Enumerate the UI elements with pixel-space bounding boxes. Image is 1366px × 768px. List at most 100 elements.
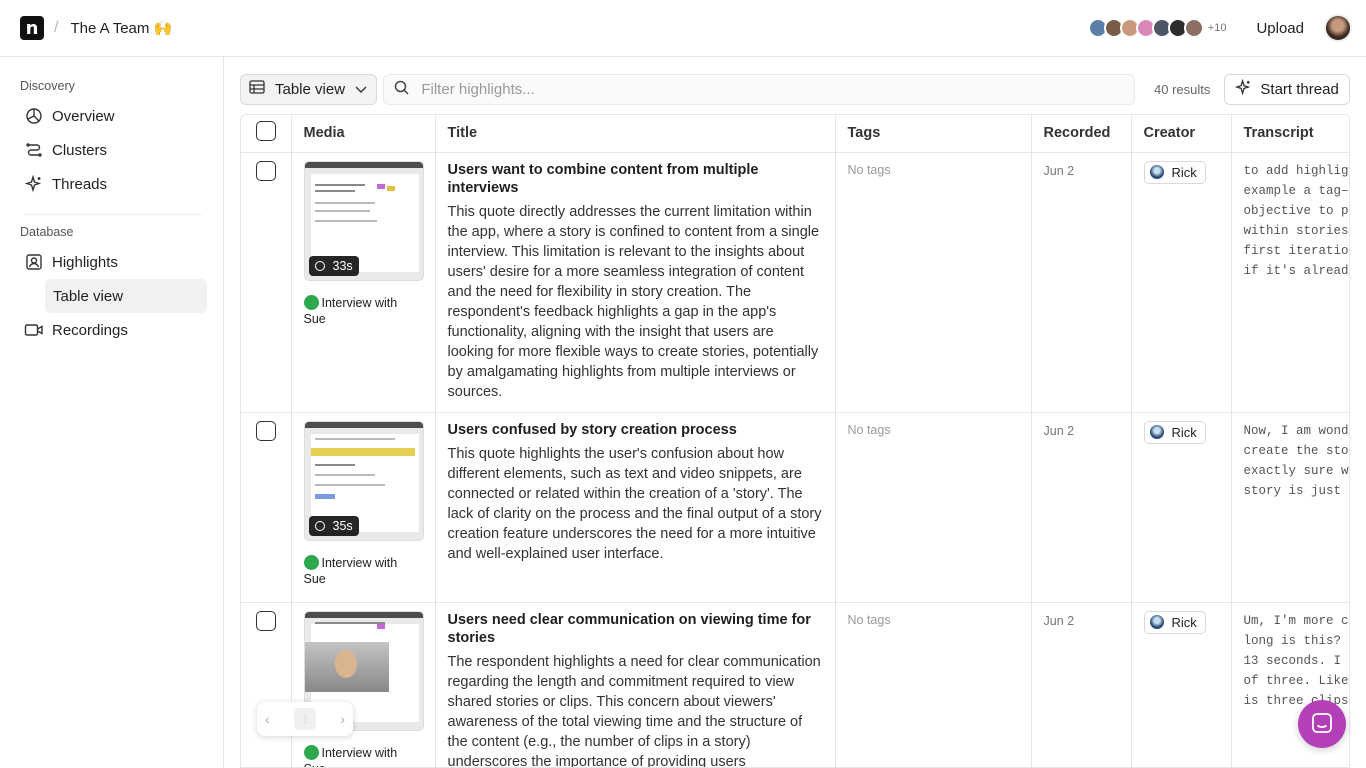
transcript-cell: to add highligh example a tag–b objectiv…: [1231, 152, 1350, 413]
sidebar-item-table-view[interactable]: Table view: [45, 279, 207, 313]
tags-cell[interactable]: No tags: [835, 602, 1032, 767]
view-selector[interactable]: Table view: [240, 73, 378, 105]
app-logo[interactable]: n: [20, 16, 44, 40]
transcript-text: to add highligh example a tag–b objectiv…: [1243, 163, 1350, 278]
column-header-creator[interactable]: Creator: [1131, 115, 1232, 153]
view-selector-label: Table view: [275, 80, 346, 98]
sparkle-icon: [1235, 78, 1252, 100]
status-dot-icon: [303, 744, 319, 760]
recorded-date: Jun 2: [1043, 613, 1075, 628]
avatar: [1149, 615, 1164, 629]
transcript-text: Um, I'm more co long is this? H 13 secon…: [1243, 613, 1350, 708]
sparkle-icon: [24, 174, 44, 194]
creator-chip[interactable]: Rick: [1143, 610, 1206, 634]
highlight-description: The respondent highlights a need for cle…: [447, 653, 821, 768]
start-thread-button[interactable]: Start thread: [1224, 73, 1350, 105]
toolbar: Table view 40 results Start thread: [240, 73, 1350, 105]
section-divider: [24, 201, 202, 215]
highlight-title[interactable]: Users want to combine content from multi…: [448, 161, 823, 197]
chevron-down-icon: [354, 81, 368, 98]
sidebar-item-highlights[interactable]: Highlights: [20, 245, 207, 279]
creator-cell: Rick: [1131, 412, 1232, 603]
source-recording-link[interactable]: Interview with Sue: [303, 294, 423, 327]
tags-empty: No tags: [847, 422, 891, 437]
table-row[interactable]: 35s Interview with Sue Users confused by…: [241, 412, 1350, 603]
creator-cell: Rick: [1131, 602, 1232, 767]
recorded-cell: Jun 2: [1031, 412, 1132, 603]
member-overflow-count[interactable]: +10: [1208, 22, 1227, 34]
transcript-text: Now, I am wonde create the stor exactly …: [1243, 423, 1350, 498]
row-checkbox[interactable]: [255, 610, 276, 631]
sidebar: Discovery Overview Clusters Threads Data…: [0, 57, 224, 768]
recorded-date: Jun 2: [1043, 423, 1075, 438]
timer-icon: [314, 260, 325, 271]
database-section-label: Database: [20, 225, 74, 239]
video-thumbnail[interactable]: 35s: [303, 420, 424, 541]
creator-chip[interactable]: Rick: [1143, 160, 1206, 184]
title-cell[interactable]: Users confused by story creation process…: [435, 412, 836, 603]
row-checkbox[interactable]: [255, 420, 276, 441]
member-avatars[interactable]: +10: [1087, 18, 1227, 38]
chart-pie-icon: [24, 106, 44, 126]
transcript-cell: Now, I am wonde create the stor exactly …: [1231, 412, 1350, 603]
status-dot-icon: [303, 294, 319, 310]
duration-badge: 33s: [308, 255, 359, 276]
timer-icon: [314, 520, 325, 531]
status-dot-icon: [303, 554, 319, 570]
chevron-right-icon[interactable]: ›: [340, 711, 345, 727]
filter-field[interactable]: [383, 73, 1136, 105]
media-cell: 35s Interview with Sue: [291, 412, 436, 603]
video-icon: [24, 320, 44, 340]
column-header-media[interactable]: Media: [291, 115, 436, 153]
source-recording-link[interactable]: Interview with Sue: [303, 554, 423, 587]
sidebar-item-threads[interactable]: Threads: [20, 167, 207, 201]
row-select-cell: [241, 412, 292, 603]
chevron-left-icon[interactable]: ‹: [265, 711, 270, 727]
highlights-icon: [24, 252, 44, 272]
table-row[interactable]: Interview with Sue Users need clear comm…: [241, 602, 1350, 768]
tags-cell[interactable]: No tags: [835, 412, 1032, 603]
table-header-row: Media Title Tags Recorded Creator Transc…: [241, 115, 1349, 153]
filter-input[interactable]: [421, 80, 1112, 98]
pagination: ‹ 1 ›: [257, 702, 353, 736]
sidebar-item-label: Threads: [52, 175, 108, 193]
page-number[interactable]: 1: [294, 708, 316, 730]
row-checkbox[interactable]: [255, 160, 276, 181]
avatar: [1149, 165, 1164, 179]
highlight-title[interactable]: Users confused by story creation process: [448, 421, 823, 439]
sidebar-item-recordings[interactable]: Recordings: [20, 313, 207, 347]
tags-empty: No tags: [847, 162, 891, 177]
chat-launcher-button[interactable]: [1298, 700, 1346, 748]
select-all-cell: [241, 115, 292, 153]
title-cell[interactable]: Users want to combine content from multi…: [435, 152, 836, 413]
row-select-cell: [241, 152, 292, 413]
speaker-video-frame: [304, 641, 389, 692]
avatar[interactable]: [1183, 18, 1204, 38]
column-header-recorded[interactable]: Recorded: [1031, 115, 1132, 153]
sidebar-item-label: Highlights: [52, 253, 118, 271]
upload-button[interactable]: Upload: [1256, 20, 1304, 37]
sidebar-item-overview[interactable]: Overview: [20, 99, 207, 133]
select-all-checkbox[interactable]: [255, 121, 276, 142]
media-cell: Interview with Sue: [291, 602, 436, 767]
team-name[interactable]: The A Team 🙌: [70, 19, 172, 37]
tags-cell[interactable]: No tags: [835, 152, 1032, 413]
sidebar-item-label: Overview: [52, 107, 115, 125]
clusters-icon: [24, 140, 44, 160]
sidebar-item-label: Clusters: [52, 141, 108, 159]
highlight-title[interactable]: Users need clear communication on viewin…: [448, 611, 823, 647]
avatar: [1149, 425, 1164, 439]
duration-badge: 35s: [308, 515, 359, 536]
recorded-date: Jun 2: [1043, 163, 1075, 178]
column-header-tags[interactable]: Tags: [835, 115, 1032, 153]
title-cell[interactable]: Users need clear communication on viewin…: [435, 602, 836, 768]
column-header-title[interactable]: Title: [435, 115, 836, 153]
user-avatar[interactable]: [1324, 14, 1352, 42]
table-row[interactable]: 33s Interview with Sue Users want to com…: [241, 152, 1350, 413]
column-header-transcript[interactable]: Transcript: [1231, 115, 1349, 153]
source-recording-link[interactable]: Interview with Sue: [303, 744, 423, 767]
sidebar-item-clusters[interactable]: Clusters: [20, 133, 207, 167]
video-thumbnail[interactable]: 33s: [303, 160, 424, 281]
start-thread-label: Start thread: [1260, 80, 1339, 98]
creator-chip[interactable]: Rick: [1143, 420, 1206, 444]
